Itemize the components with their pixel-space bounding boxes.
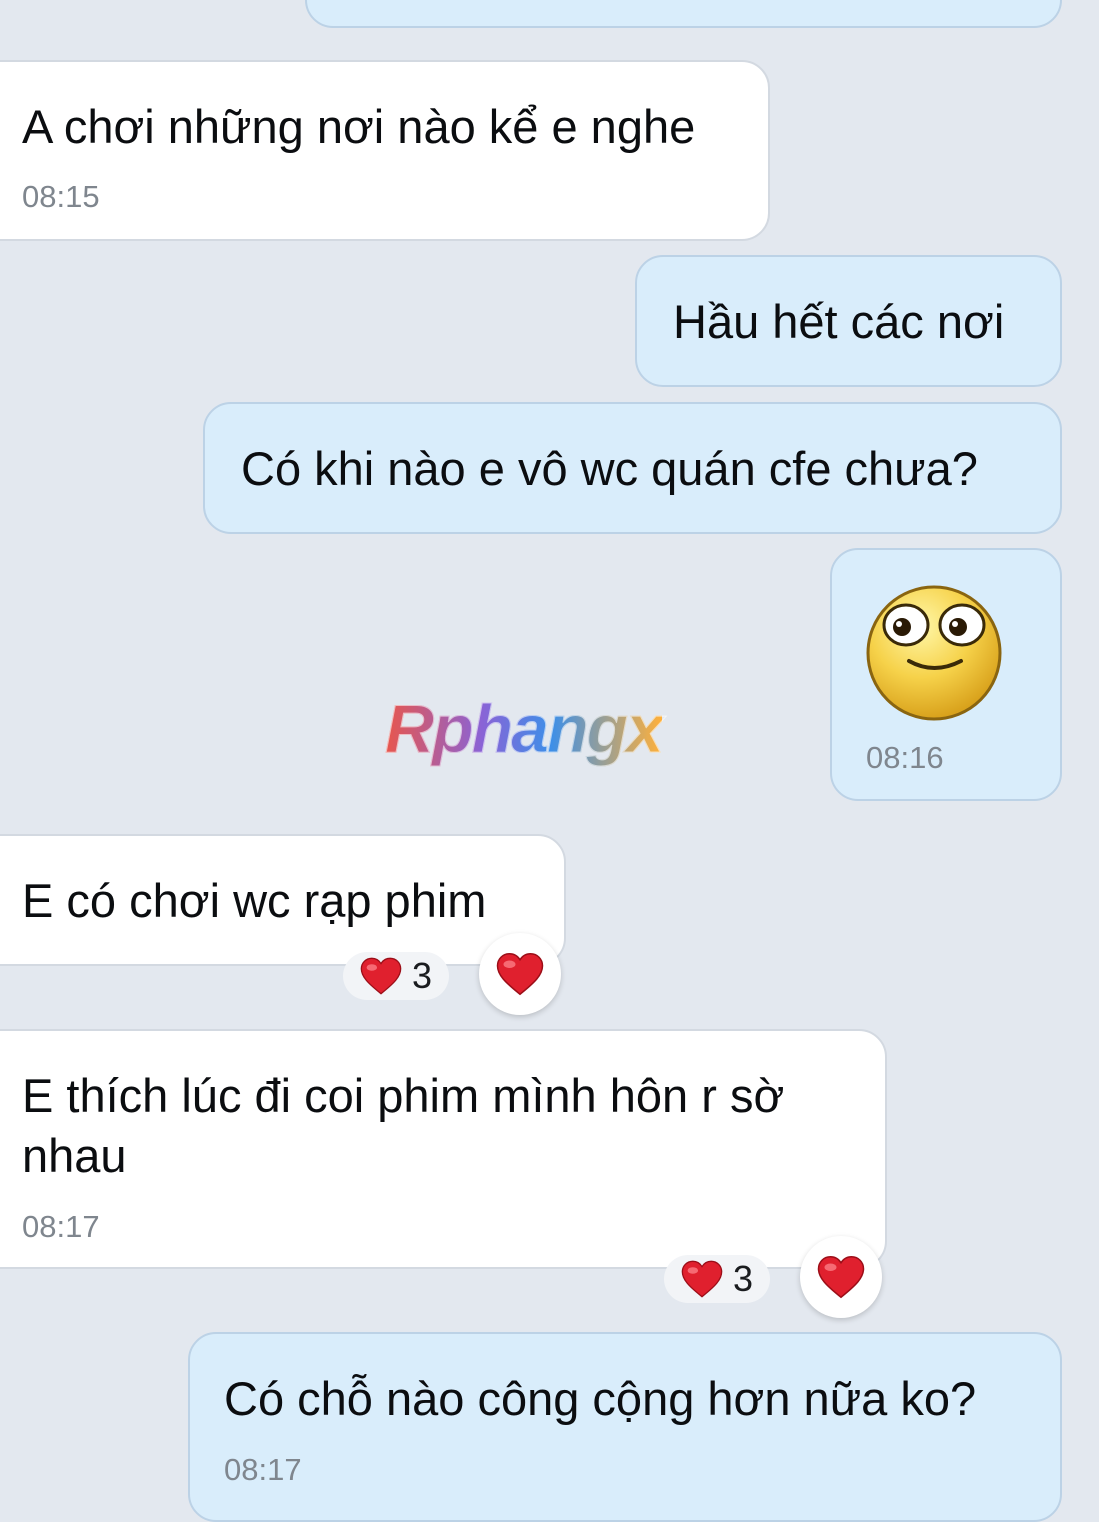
- message-text: Hầu hết các nơi: [673, 295, 1005, 348]
- watermark-logo: Rphangx: [385, 691, 665, 768]
- message-bubble-outgoing-partial[interactable]: [305, 0, 1062, 28]
- reaction-count: 3: [732, 1258, 754, 1299]
- message-text: Có chỗ nào công cộng hơn nữa ko?: [224, 1372, 977, 1425]
- message-text-line-2: nhau: [22, 1129, 127, 1182]
- message-timestamp: 08:17: [22, 1209, 100, 1244]
- message-bubble-outgoing[interactable]: Có khi nào e vô wc quán cfe chưa?: [203, 402, 1062, 534]
- reaction-count: 3: [411, 955, 433, 996]
- heart-icon: [681, 1260, 723, 1298]
- message-text: E có chơi wc rạp phim: [22, 874, 487, 927]
- message-text-line-1: E thích lúc đi coi phim mình hôn r sờ: [22, 1069, 785, 1122]
- message-timestamp: 08:15: [22, 179, 100, 214]
- message-text: Có khi nào e vô wc quán cfe chưa?: [241, 442, 978, 495]
- smiling-face-sticker: [866, 585, 1002, 721]
- message-bubble-outgoing[interactable]: Hầu hết các nơi: [635, 255, 1062, 387]
- message-bubble-incoming[interactable]: E có chơi wc rạp phim: [0, 834, 566, 966]
- add-reaction-heart-button[interactable]: [800, 1236, 882, 1318]
- message-bubble-outgoing[interactable]: Có chỗ nào công cộng hơn nữa ko? 08:17: [188, 1332, 1062, 1522]
- heart-icon: [817, 1255, 865, 1299]
- message-timestamp: 08:16: [866, 740, 944, 775]
- message-timestamp: 08:17: [224, 1452, 302, 1487]
- message-bubble-incoming[interactable]: E thích lúc đi coi phim mình hôn r sờ nh…: [0, 1029, 887, 1269]
- add-reaction-heart-button[interactable]: [479, 933, 561, 1015]
- reaction-count-badge[interactable]: 3: [343, 952, 449, 1000]
- message-bubble-incoming[interactable]: A chơi những nơi nào kể e nghe 08:15: [0, 60, 770, 241]
- message-bubble-outgoing-sticker[interactable]: 08:16: [830, 548, 1062, 801]
- heart-icon: [496, 952, 544, 996]
- heart-icon: [360, 957, 402, 995]
- message-text: A chơi những nơi nào kể e nghe: [22, 100, 696, 153]
- reaction-count-badge[interactable]: 3: [664, 1255, 770, 1303]
